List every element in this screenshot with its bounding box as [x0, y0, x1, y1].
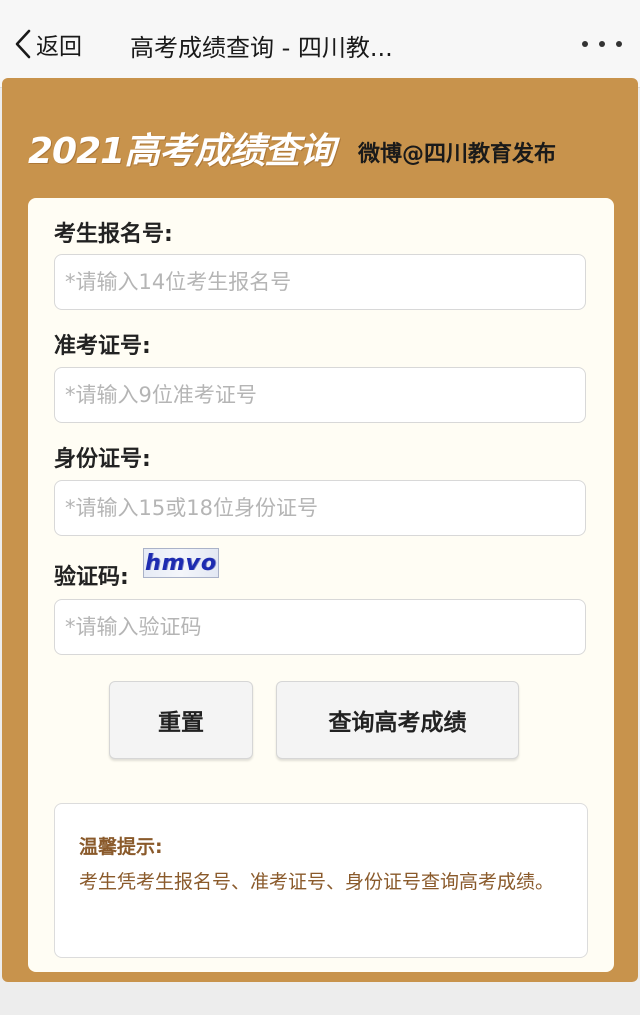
tips-text: 考生凭考生报名号、准考证号、身份证号查询高考成绩。	[79, 871, 555, 893]
back-label: 返回	[36, 34, 82, 60]
captcha-text: hmvo	[144, 550, 218, 576]
registration-label: 考生报名号:	[54, 222, 173, 247]
banner-title: 2021高考成绩查询	[28, 131, 335, 172]
id-card-label: 身份证号:	[54, 447, 151, 472]
captcha-label: 验证码:	[54, 565, 129, 590]
query-score-button[interactable]: 查询高考成绩	[276, 681, 519, 759]
registration-input[interactable]	[54, 254, 586, 310]
page-title: 高考成绩查询 - 四川教...	[130, 34, 393, 62]
captcha-input[interactable]	[54, 599, 586, 655]
reset-button[interactable]: 重置	[109, 681, 253, 759]
query-card: 2021高考成绩查询 微博@四川教育发布 考生报名号: 准考证号: 身份证号: …	[2, 78, 638, 982]
tips-box: 温馨提示: 考生凭考生报名号、准考证号、身份证号查询高考成绩。	[54, 803, 588, 958]
back-button[interactable]: 返回	[14, 26, 82, 62]
id-card-input[interactable]	[54, 480, 586, 536]
admission-input[interactable]	[54, 367, 586, 423]
form-panel: 考生报名号: 准考证号: 身份证号: 验证码: hmvo 重置 查询高考成绩 温…	[28, 198, 614, 972]
tips-title: 温馨提示:	[79, 836, 163, 858]
captcha-image[interactable]: hmvo	[143, 548, 219, 578]
banner-source: 微博@四川教育发布	[358, 142, 557, 167]
top-navbar: 返回 高考成绩查询 - 四川教...	[0, 0, 640, 88]
admission-label: 准考证号:	[54, 334, 151, 359]
more-dots-icon[interactable]	[582, 34, 622, 54]
chevron-left-icon	[14, 29, 32, 59]
